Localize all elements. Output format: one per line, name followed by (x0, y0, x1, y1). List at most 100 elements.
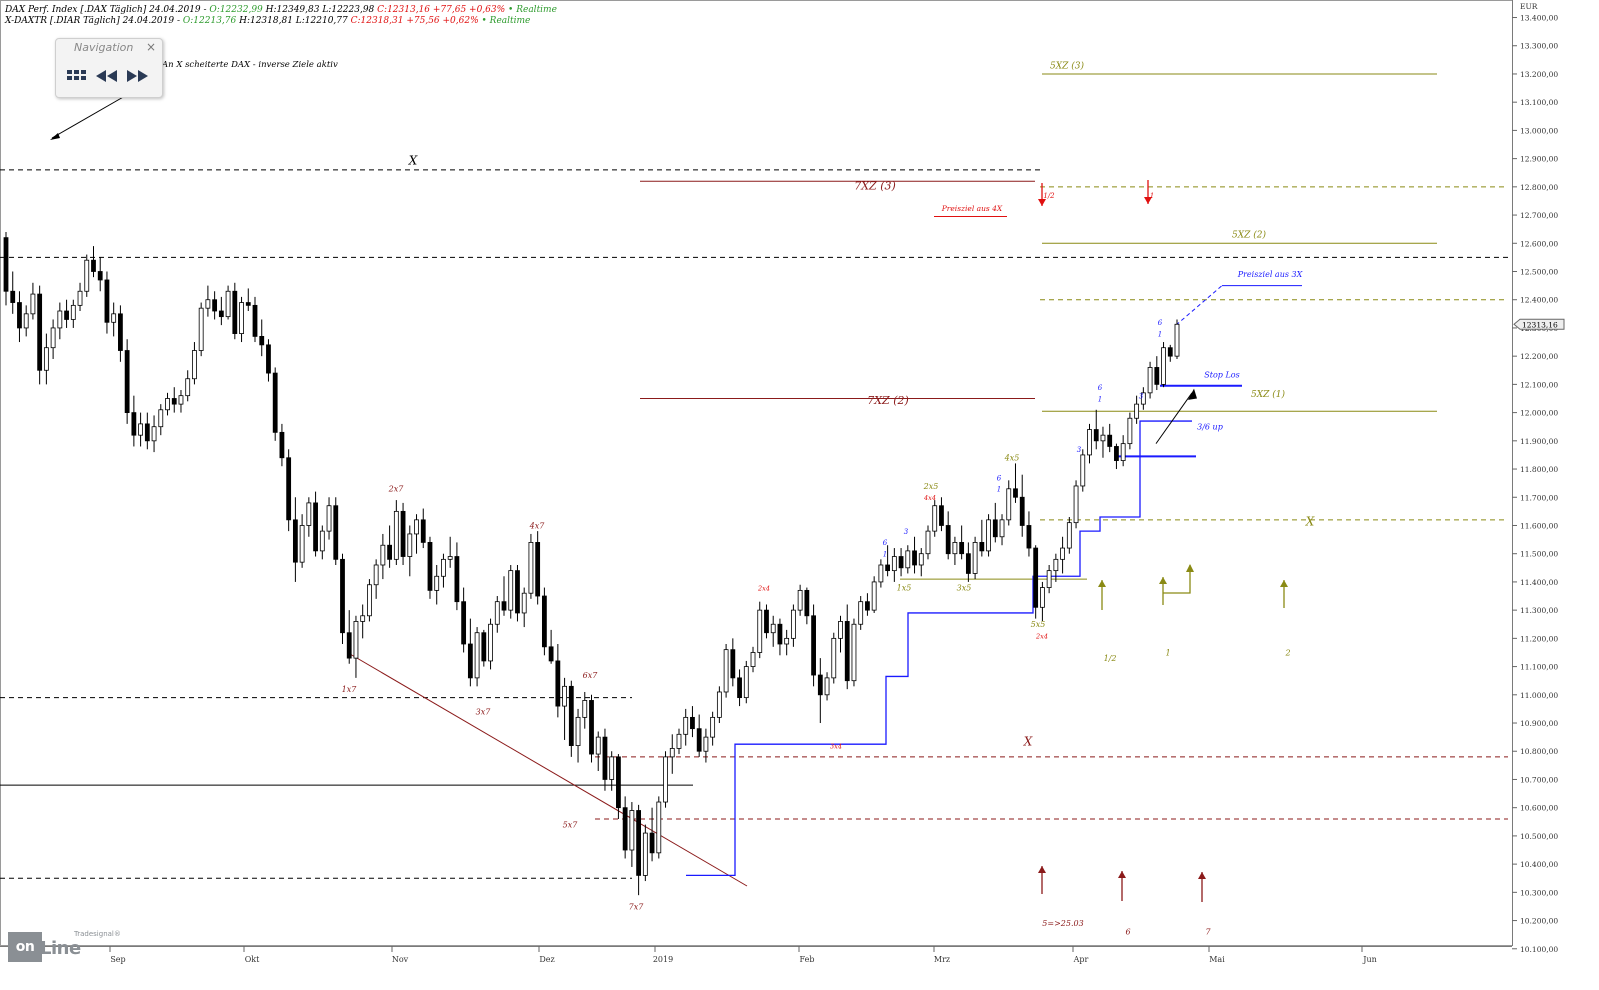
candle-up (353, 621, 359, 659)
fast-forward-button[interactable] (124, 65, 150, 87)
candle-down (252, 304, 258, 337)
candle-up (838, 621, 843, 639)
chart-annotation: 4x4 (923, 494, 936, 502)
y-tick-label: 11.800,00 (1520, 465, 1558, 474)
candle-up (70, 304, 76, 320)
candle-up (151, 426, 157, 442)
candle-down (1013, 488, 1018, 498)
candle-down (1019, 496, 1025, 526)
chart-annotation: X (408, 153, 418, 167)
target-projection-line (1175, 285, 1223, 326)
candle-up (999, 519, 1005, 538)
candle-down (636, 810, 642, 876)
y-tick-label: 10.100,00 (1520, 945, 1558, 954)
candle-up (562, 685, 567, 707)
candle-up (831, 637, 837, 679)
price-chart[interactable]: EUR 10.100,00 10.200,00 10.300,00 10.400,00 1… (0, 0, 1599, 990)
candle-up (528, 542, 534, 594)
y-tick-label: 12.600,00 (1520, 239, 1558, 248)
candle-down (420, 519, 426, 543)
tradesignal-logo: on Line Tradesignal® (8, 930, 121, 962)
x-tick-label: Nov (392, 955, 409, 964)
candle-up (521, 592, 527, 614)
header-dax-label: DAX Perf. Index [.DAX Täglich] 24.04.201… (5, 5, 210, 15)
candle-down (400, 510, 406, 557)
chart-annotation: 3 (1139, 392, 1144, 400)
candle-down (171, 398, 177, 405)
rewind-button[interactable] (94, 65, 120, 87)
candle-up (474, 632, 480, 679)
y-tick-label: 11.300,00 (1520, 606, 1558, 615)
y-tick-label: 11.700,00 (1520, 493, 1558, 502)
chart-annotation: 1 (1158, 330, 1162, 338)
candle-up (299, 525, 305, 563)
candle-up (952, 542, 958, 555)
candle-up (192, 350, 197, 380)
cycle-arrow-head (1038, 866, 1046, 873)
chart-annotation: 5XZ (2) (1232, 230, 1266, 241)
chart-annotation: 3 (1077, 446, 1082, 454)
chart-annotation: 3 (904, 528, 909, 536)
candle-up (434, 575, 440, 591)
y-tick-label: 12.000,00 (1520, 409, 1558, 418)
header-daxtr-close: C:12318,31 +75,56 +0,62% (347, 16, 479, 26)
candle-down (118, 313, 123, 351)
chart-annotation: 5x5 (1031, 620, 1046, 629)
candle-down (427, 542, 433, 591)
y-tick-label: 12.500,00 (1520, 268, 1558, 277)
candle-up (797, 589, 803, 611)
logo-word: Line (40, 938, 81, 959)
candle-down (286, 457, 292, 521)
buy-arrow-head (1280, 580, 1288, 587)
grid-menu-button[interactable] (64, 65, 90, 87)
candle-up (1120, 443, 1126, 461)
chart-annotation: 2x7 (388, 485, 405, 494)
x-tick-label: Dez (539, 955, 554, 964)
chart-annotation: 1 (1098, 395, 1102, 403)
candle-down (730, 649, 736, 679)
header-dax-low: L:12223,98 (319, 5, 375, 15)
y-tick-label: 11.500,00 (1520, 550, 1558, 559)
candle-down (3, 237, 9, 292)
close-icon[interactable]: × (146, 40, 156, 54)
candle-down (885, 564, 891, 572)
x-tick-label: Okt (245, 955, 260, 964)
axis-currency-label: EUR (1520, 2, 1538, 11)
candle-down (555, 660, 561, 707)
candle-down (454, 556, 460, 603)
logo-box: on (8, 932, 42, 962)
last-price-label: 12313,16 (1522, 320, 1558, 329)
chart-annotation: 2x5 (923, 482, 939, 491)
candle-up (1087, 429, 1092, 456)
candle-up (642, 832, 648, 876)
candle-down (979, 542, 985, 552)
chart-annotation: 2x4 (1035, 632, 1048, 640)
candle-up (858, 601, 864, 625)
logo-small: Tradesignal® (74, 930, 121, 938)
candle-up (1127, 417, 1133, 445)
header-daxtr-open: O:12213,76 (182, 16, 237, 26)
chart-annotation: 7XZ (3) (854, 180, 896, 193)
candle-up (710, 716, 716, 738)
rewind-icon (96, 70, 117, 82)
annotation-note: An X scheiterte DAX - inverse Ziele akti… (162, 60, 338, 70)
cycle-arrow-head (1118, 871, 1126, 878)
candle-up (380, 544, 386, 566)
candle-up (373, 564, 379, 586)
stop-arrow-head (1188, 388, 1197, 400)
x-tick-label: Feb (800, 955, 815, 964)
candle-down (804, 589, 810, 617)
candle-down (218, 310, 224, 318)
candle-down (124, 350, 130, 413)
plot-frame (0, 0, 1513, 946)
candle-up (1147, 367, 1153, 394)
candle-up (925, 530, 931, 555)
chart-annotation: 3x4 (830, 742, 842, 750)
y-tick-label: 12.200,00 (1520, 352, 1558, 361)
chart-annotation: Preisziel aus 4X (941, 204, 1003, 213)
candle-up (582, 700, 588, 718)
candle-down (515, 570, 520, 614)
candle-down (467, 643, 473, 679)
candle-down (1026, 525, 1032, 549)
candle-up (824, 677, 830, 696)
